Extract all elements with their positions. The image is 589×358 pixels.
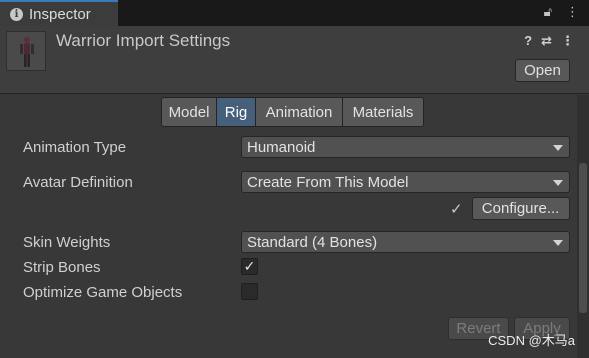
optimize-game-objects-checkbox[interactable] — [241, 283, 258, 300]
configure-button[interactable]: Configure... — [471, 197, 570, 220]
asset-header: Warrior Import Settings ? ⇄ ⋮ Open — [0, 26, 589, 94]
tab-model[interactable]: Model — [162, 98, 217, 126]
window-tab-bar: i Inspector 🔓︎ ⋮ — [0, 0, 589, 26]
avatar-definition-label: Avatar Definition — [23, 174, 133, 191]
avatar-definition-value: Create From This Model — [247, 173, 409, 191]
animation-type-dropdown[interactable]: Humanoid — [241, 136, 570, 158]
strip-bones-checkbox[interactable]: ✓ — [241, 258, 258, 275]
info-icon: i — [10, 7, 23, 21]
checkmark-icon: ✓ — [243, 258, 256, 274]
header-controls: ? ⇄ ⋮ — [524, 33, 574, 49]
tab-materials[interactable]: Materials — [343, 98, 423, 126]
skin-weights-dropdown[interactable]: Standard (4 Bones) — [241, 231, 570, 253]
vertical-scrollbar[interactable] — [577, 95, 589, 358]
chevron-down-icon — [553, 180, 563, 186]
strip-bones-label: Strip Bones — [23, 259, 101, 276]
open-button[interactable]: Open — [515, 59, 570, 82]
help-icon[interactable]: ? — [524, 33, 532, 49]
avatar-definition-dropdown[interactable]: Create From This Model — [241, 171, 570, 193]
animation-type-label: Animation Type — [23, 139, 127, 156]
skin-weights-value: Standard (4 Bones) — [247, 233, 378, 251]
lock-icon[interactable]: 🔓︎ — [544, 4, 552, 20]
inspector-window: i Inspector 🔓︎ ⋮ Warrior Import Settings… — [0, 0, 589, 358]
animation-type-value: Humanoid — [247, 138, 316, 156]
configure-row: ✓ Configure... — [450, 197, 570, 220]
scrollbar-thumb[interactable] — [579, 163, 587, 313]
inspector-tab-label: Inspector — [29, 5, 91, 23]
more-icon[interactable]: ⋮ — [561, 33, 574, 49]
asset-title: Warrior Import Settings — [56, 31, 231, 50]
watermark: CSDN @木马a — [488, 333, 575, 348]
model-thumbnail — [6, 31, 46, 71]
chevron-down-icon — [553, 145, 563, 151]
chevron-down-icon — [553, 240, 563, 246]
optimize-game-objects-label: Optimize Game Objects — [23, 284, 183, 301]
tab-bar-controls: 🔓︎ ⋮ — [544, 4, 579, 20]
skin-weights-label: Skin Weights — [23, 234, 111, 251]
checkmark-icon: ✓ — [450, 200, 463, 218]
tab-rig[interactable]: Rig — [217, 98, 256, 126]
import-settings-tabs: Model Rig Animation Materials — [161, 97, 424, 127]
tab-animation[interactable]: Animation — [256, 98, 343, 126]
more-icon[interactable]: ⋮ — [566, 4, 579, 20]
inspector-tab[interactable]: i Inspector — [0, 0, 118, 26]
settings-sliders-icon[interactable]: ⇄ — [541, 33, 552, 49]
